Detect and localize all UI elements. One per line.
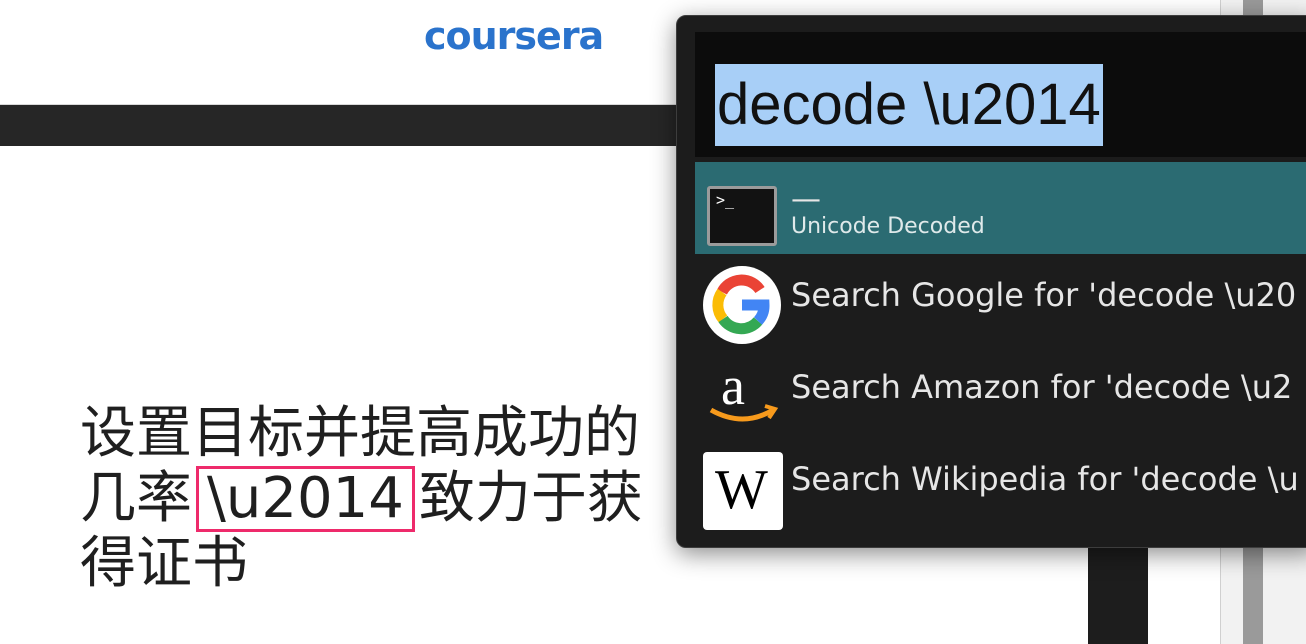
results-list: >_ — Unicode Decoded Search Google for '… [695,162,1306,530]
amazon-icon: a [703,356,783,436]
page-headline: 设置目标并提高成功的几率 \u2014 致力于获得证书 [80,402,670,596]
result-title: Search Google for 'decode \u20 [791,276,1297,314]
coursera-logo[interactable]: coursera [424,14,604,58]
result-title: — [791,182,821,217]
svg-text:a: a [721,356,745,416]
highlighted-escape-sequence: \u2014 [196,466,415,532]
google-icon [703,264,783,344]
launcher-window: decode \u2014 >_ — Unicode Decoded Searc… [676,15,1306,548]
result-title: Search Wikipedia for 'decode \u [791,460,1299,498]
search-query-text[interactable]: decode \u2014 [715,64,1103,146]
wikipedia-icon: W [703,448,783,530]
result-title: Search Amazon for 'decode \u2 [791,368,1293,406]
result-search-google[interactable]: Search Google for 'decode \u20 [695,254,1306,346]
result-search-amazon[interactable]: a Search Amazon for 'decode \u2 [695,346,1306,438]
result-unicode-decoded[interactable]: >_ — Unicode Decoded [695,162,1306,254]
launcher-search-field[interactable]: decode \u2014 [695,32,1306,157]
result-search-wikipedia[interactable]: W Search Wikipedia for 'decode \u [695,438,1306,530]
result-subtitle: Unicode Decoded [791,214,985,239]
terminal-icon: >_ [703,172,783,252]
